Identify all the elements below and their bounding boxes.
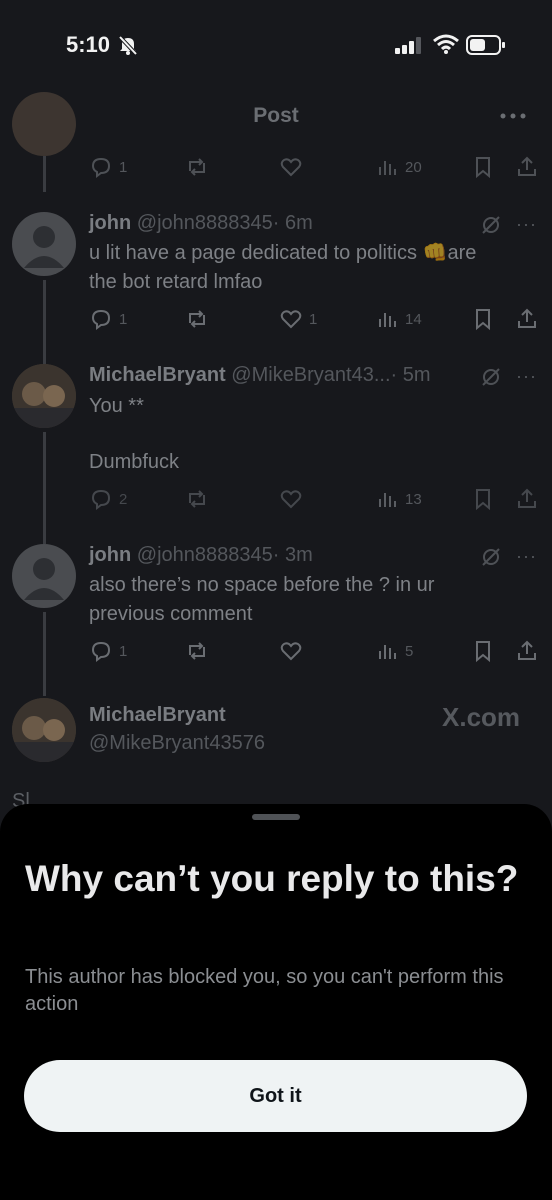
sheet-title: Why can’t you reply to this? bbox=[25, 858, 519, 899]
thread-line bbox=[43, 432, 46, 544]
battery-icon bbox=[466, 35, 506, 60]
repost-button[interactable] bbox=[185, 306, 209, 332]
author-handle[interactable]: @john8888345 bbox=[137, 212, 273, 234]
more-icon[interactable]: ··· bbox=[516, 214, 537, 235]
author-name[interactable]: john bbox=[89, 544, 131, 566]
reply-count: 2 bbox=[119, 490, 128, 508]
post-text-line: Dumbfuck bbox=[89, 451, 180, 473]
focused-author-name: MichaelBryant bbox=[89, 704, 226, 727]
post-meta: john @john8888345· 3m bbox=[89, 544, 313, 567]
repost-button[interactable] bbox=[185, 486, 209, 512]
views-count: 14 bbox=[405, 310, 422, 328]
reply-button[interactable]: 1 bbox=[89, 154, 127, 180]
like-count: 1 bbox=[309, 310, 318, 328]
post-time: · 5m bbox=[390, 364, 431, 386]
author-handle[interactable]: @MikeBryant43576 bbox=[89, 732, 265, 754]
bookmark-button[interactable] bbox=[471, 486, 495, 512]
page-title: Post bbox=[253, 104, 299, 127]
got-it-button[interactable]: Got it bbox=[24, 1060, 527, 1132]
grok-icon[interactable] bbox=[480, 214, 502, 241]
thread-line bbox=[43, 612, 46, 696]
repost-button[interactable] bbox=[185, 638, 209, 664]
grok-icon[interactable] bbox=[480, 366, 502, 393]
post-header: Post bbox=[0, 94, 552, 138]
post-meta: john @john8888345· 6m bbox=[89, 212, 313, 235]
silent-bell-icon bbox=[117, 34, 139, 61]
author-handle[interactable]: @MikeBryant43... bbox=[231, 364, 390, 386]
wifi-icon bbox=[433, 34, 459, 59]
author-name[interactable]: MichaelBryant bbox=[89, 364, 226, 386]
post-actions: 1 5 bbox=[89, 638, 539, 664]
views-count: 20 bbox=[405, 158, 422, 176]
avatar-default[interactable] bbox=[12, 212, 76, 276]
share-button[interactable] bbox=[515, 306, 539, 332]
status-bar: 5:10 bbox=[0, 0, 552, 90]
post-time: · 6m bbox=[272, 212, 313, 234]
post-text: u lit have a page dedicated to politics … bbox=[89, 239, 509, 297]
like-button[interactable] bbox=[279, 486, 303, 512]
views-button[interactable]: 14 bbox=[375, 306, 422, 332]
fist-emoji: 👊 bbox=[422, 242, 448, 264]
bottom-sheet: Why can’t you reply to this? This author… bbox=[0, 804, 552, 1200]
cellular-signal-icon bbox=[395, 36, 425, 59]
bookmark-button[interactable] bbox=[471, 638, 495, 664]
reply-count: 1 bbox=[119, 642, 128, 660]
reply-button[interactable]: 1 bbox=[89, 306, 127, 332]
post-text: also there’s no space before the ? in ur… bbox=[89, 574, 435, 625]
post-actions: 1 1 14 bbox=[89, 306, 539, 332]
screen: 5:10 Post 1 20 john @john8888345· 6m ···… bbox=[0, 0, 552, 1200]
post-text-part: u lit have a page dedicated to politics bbox=[89, 242, 417, 264]
reply-count: 1 bbox=[119, 158, 128, 176]
grok-icon[interactable] bbox=[480, 546, 502, 573]
views-button[interactable]: 5 bbox=[375, 638, 413, 664]
post-text-line: You ** bbox=[89, 395, 144, 417]
status-time: 5:10 bbox=[66, 32, 111, 57]
author-handle[interactable]: @john8888345 bbox=[137, 544, 273, 566]
views-button[interactable]: 13 bbox=[375, 486, 422, 512]
sheet-description: This author has blocked you, so you can'… bbox=[25, 966, 504, 1015]
bookmark-button[interactable] bbox=[471, 306, 495, 332]
avatar[interactable] bbox=[12, 92, 76, 156]
author-name[interactable]: john bbox=[89, 212, 131, 234]
focused-author-handle: @MikeBryant43576 bbox=[89, 732, 265, 755]
reply-button[interactable]: 1 bbox=[89, 638, 127, 664]
reply-count: 1 bbox=[119, 310, 128, 328]
share-button[interactable] bbox=[515, 638, 539, 664]
share-button[interactable] bbox=[515, 154, 539, 180]
views-button[interactable]: 20 bbox=[375, 154, 422, 180]
repost-button[interactable] bbox=[185, 154, 209, 180]
views-count: 5 bbox=[405, 642, 414, 660]
avatar[interactable] bbox=[12, 364, 76, 428]
sheet-grabber[interactable] bbox=[252, 814, 300, 820]
watermark: X.com bbox=[442, 702, 521, 732]
views-count: 13 bbox=[405, 490, 422, 508]
reply-button[interactable]: 2 bbox=[89, 486, 127, 512]
thread-line bbox=[43, 156, 46, 192]
post-time: · 3m bbox=[272, 544, 313, 566]
author-name[interactable]: MichaelBryant bbox=[89, 704, 226, 726]
avatar-default[interactable] bbox=[12, 544, 76, 608]
post-actions: 2 13 bbox=[89, 486, 539, 512]
post-meta: MichaelBryant @MikeBryant43...· 5m bbox=[89, 364, 431, 387]
like-button[interactable] bbox=[279, 154, 303, 180]
avatar[interactable] bbox=[12, 698, 76, 762]
post-actions: 1 20 bbox=[89, 154, 539, 180]
bookmark-button[interactable] bbox=[471, 154, 495, 180]
share-button[interactable] bbox=[515, 486, 539, 512]
more-icon[interactable]: ··· bbox=[516, 546, 537, 567]
like-button[interactable]: 1 bbox=[279, 306, 317, 332]
thread-line bbox=[43, 280, 46, 364]
like-button[interactable] bbox=[279, 638, 303, 664]
more-options-icon[interactable] bbox=[498, 104, 528, 133]
more-icon[interactable]: ··· bbox=[516, 366, 537, 387]
